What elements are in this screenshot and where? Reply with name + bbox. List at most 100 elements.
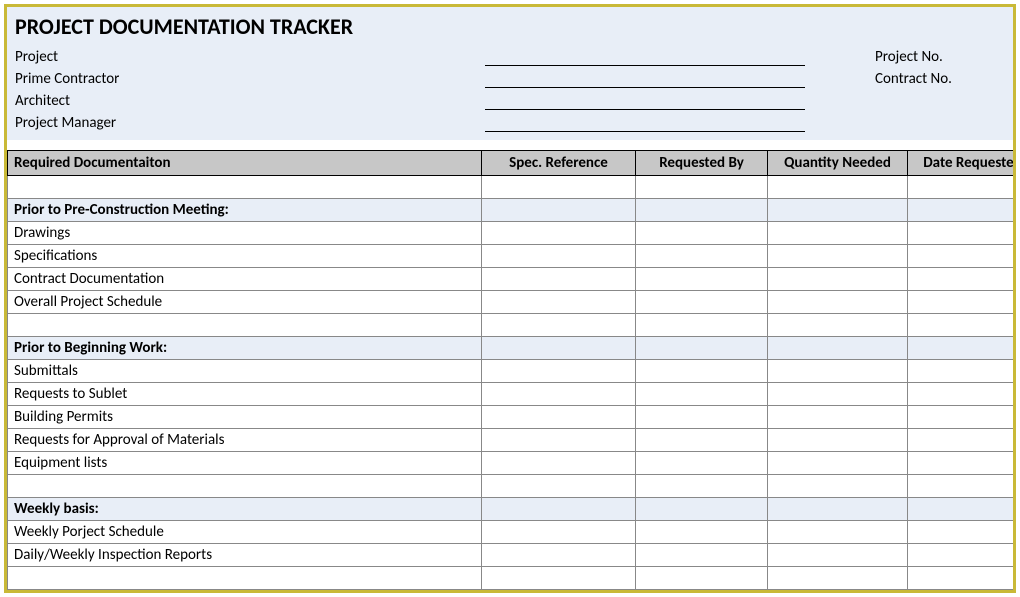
documentation-table: Required Documentaiton Spec. Reference R… (7, 150, 1016, 590)
table-cell[interactable] (482, 452, 636, 475)
doc-name-cell: Contract Documentation (8, 268, 482, 291)
table-cell[interactable] (482, 245, 636, 268)
doc-name-cell: Requests to Sublet (8, 383, 482, 406)
section-header-cell: Prior to Beginning Work: (8, 337, 482, 360)
table-cell[interactable] (908, 222, 1017, 245)
table-cell[interactable] (8, 475, 482, 498)
table-cell[interactable] (636, 498, 768, 521)
table-cell[interactable] (908, 314, 1017, 337)
table-cell[interactable] (908, 429, 1017, 452)
table-cell[interactable] (908, 475, 1017, 498)
table-cell[interactable] (908, 498, 1017, 521)
table-cell[interactable] (768, 314, 908, 337)
table-cell[interactable] (482, 199, 636, 222)
table-cell[interactable] (768, 521, 908, 544)
table-cell[interactable] (908, 544, 1017, 567)
table-cell[interactable] (636, 337, 768, 360)
table-cell[interactable] (482, 544, 636, 567)
table-cell[interactable] (908, 176, 1017, 199)
table-row: Contract Documentation (8, 268, 1017, 291)
table-cell[interactable] (908, 360, 1017, 383)
project-input-line[interactable] (485, 48, 805, 66)
table-cell[interactable] (482, 406, 636, 429)
table-cell[interactable] (768, 452, 908, 475)
table-cell[interactable] (768, 498, 908, 521)
table-cell[interactable] (482, 268, 636, 291)
table-cell[interactable] (908, 406, 1017, 429)
table-cell[interactable] (768, 245, 908, 268)
table-cell[interactable] (768, 475, 908, 498)
table-cell[interactable] (482, 176, 636, 199)
table-cell[interactable] (482, 314, 636, 337)
table-cell[interactable] (768, 199, 908, 222)
table-cell[interactable] (482, 498, 636, 521)
table-cell[interactable] (636, 291, 768, 314)
table-cell[interactable] (768, 176, 908, 199)
table-cell[interactable] (768, 268, 908, 291)
table-cell[interactable] (636, 199, 768, 222)
table-cell[interactable] (636, 314, 768, 337)
table-cell[interactable] (908, 245, 1017, 268)
table-cell[interactable] (8, 176, 482, 199)
table-cell[interactable] (908, 383, 1017, 406)
table-cell[interactable] (636, 383, 768, 406)
table-cell[interactable] (636, 176, 768, 199)
doc-name-cell: Submittals (8, 360, 482, 383)
table-cell[interactable] (636, 452, 768, 475)
table-cell[interactable] (482, 291, 636, 314)
table-cell[interactable] (768, 291, 908, 314)
table-cell[interactable] (482, 360, 636, 383)
section-header-cell: Weekly basis: (8, 498, 482, 521)
meta-row-prime-contractor: Prime Contractor Contract No. (15, 66, 1005, 88)
table-row: Weekly Porject Schedule (8, 521, 1017, 544)
project-manager-input-line[interactable] (485, 114, 805, 132)
table-cell[interactable] (908, 452, 1017, 475)
table-cell[interactable] (768, 337, 908, 360)
table-cell[interactable] (482, 567, 636, 590)
table-cell[interactable] (636, 567, 768, 590)
table-cell[interactable] (636, 429, 768, 452)
document-tracker-sheet: PROJECT DOCUMENTATION TRACKER Project Pr… (4, 4, 1016, 593)
table-cell[interactable] (636, 475, 768, 498)
table-cell[interactable] (768, 360, 908, 383)
prime-contractor-input-line[interactable] (485, 70, 805, 88)
table-cell[interactable] (908, 199, 1017, 222)
header-section: PROJECT DOCUMENTATION TRACKER Project Pr… (7, 7, 1013, 140)
table-cell[interactable] (8, 567, 482, 590)
col-header-req: Requested By (636, 151, 768, 176)
doc-name-cell: Building Permits (8, 406, 482, 429)
table-blank-row (8, 567, 1017, 590)
table-cell[interactable] (482, 222, 636, 245)
table-cell[interactable] (636, 360, 768, 383)
table-cell[interactable] (768, 429, 908, 452)
table-cell[interactable] (636, 406, 768, 429)
table-cell[interactable] (636, 222, 768, 245)
table-cell[interactable] (482, 475, 636, 498)
table-cell[interactable] (908, 567, 1017, 590)
table-cell[interactable] (636, 268, 768, 291)
table-header-row: Required Documentaiton Spec. Reference R… (8, 151, 1017, 176)
table-cell[interactable] (636, 245, 768, 268)
table-blank-row (8, 475, 1017, 498)
table-cell[interactable] (768, 567, 908, 590)
table-cell[interactable] (636, 521, 768, 544)
architect-label: Architect (15, 92, 485, 110)
table-row: Equipment lists (8, 452, 1017, 475)
table-cell[interactable] (768, 222, 908, 245)
table-cell[interactable] (482, 429, 636, 452)
architect-input-line[interactable] (485, 92, 805, 110)
table-cell[interactable] (908, 521, 1017, 544)
table-cell[interactable] (482, 521, 636, 544)
table-cell[interactable] (908, 291, 1017, 314)
table-cell[interactable] (482, 383, 636, 406)
table-cell[interactable] (8, 314, 482, 337)
table-cell[interactable] (908, 268, 1017, 291)
table-cell[interactable] (636, 544, 768, 567)
table-cell[interactable] (482, 337, 636, 360)
table-cell[interactable] (768, 406, 908, 429)
project-manager-label: Project Manager (15, 114, 485, 132)
table-cell[interactable] (768, 544, 908, 567)
table-cell[interactable] (908, 337, 1017, 360)
meta-row-architect: Architect (15, 88, 1005, 110)
table-cell[interactable] (768, 383, 908, 406)
